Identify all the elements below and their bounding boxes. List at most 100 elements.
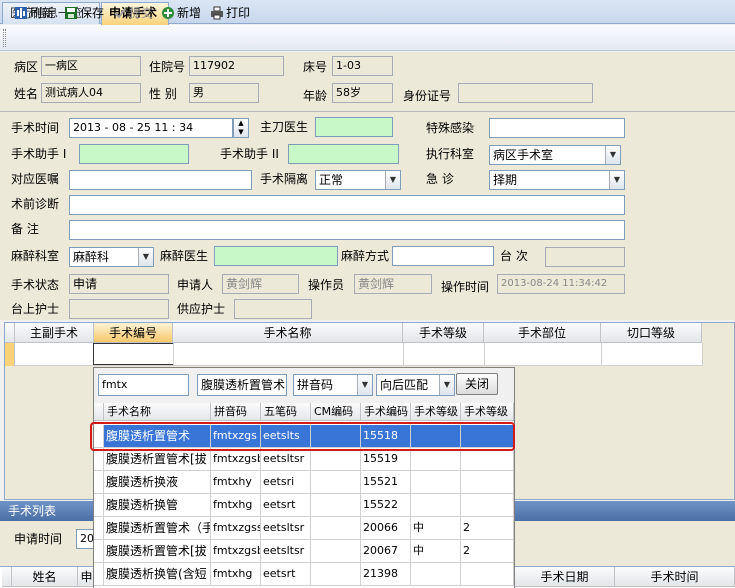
lookup-search-input[interactable]: fmtx <box>98 374 189 396</box>
save-label: 保存 <box>80 6 105 20</box>
time-spinner[interactable]: ▲ ▼ <box>233 118 249 138</box>
grid-corner <box>5 323 15 343</box>
inpatient-no-field: 117902 <box>189 56 284 76</box>
assist1-label: 手术助手 I <box>11 147 67 161</box>
lookup-cell-level <box>411 563 461 586</box>
anes-dept-select[interactable]: 麻醉科 ▼ <box>69 247 154 267</box>
list-item[interactable]: 腹膜透析置管术（手 fmtxzgss eetsltsr 20066 中 2 <box>94 517 514 540</box>
operator-label: 操作员 <box>308 278 345 292</box>
print-button[interactable]: 打印 <box>210 4 250 22</box>
lookup-cell-name: 腹膜透析置管术[拔 <box>104 540 211 563</box>
anes-doctor-label: 麻醉医生 <box>160 249 209 263</box>
remark-field[interactable] <box>69 220 625 240</box>
dept-select[interactable]: 病区手术室 ▼ <box>489 145 621 165</box>
lookup-cell-cm <box>311 471 361 494</box>
assist1-field[interactable] <box>79 144 189 164</box>
list-header-date[interactable]: 手术日期 <box>515 567 615 587</box>
emergency-value: 择期 <box>493 173 518 187</box>
surgeon-field[interactable] <box>315 117 393 137</box>
grid-header-code[interactable]: 手术编号 <box>94 323 173 343</box>
status-label: 手术状态 <box>11 278 60 292</box>
lookup-header-level2[interactable]: 手术等级 <box>461 403 514 421</box>
lookup-cell-level <box>411 471 461 494</box>
list-item[interactable]: 腹膜透析置管术[拔 fmtxzgsb eetsltsr 15519 <box>94 448 514 471</box>
sex-field: 男 <box>189 83 259 103</box>
refresh-icon <box>14 6 28 20</box>
grid-header-name[interactable]: 手术名称 <box>173 323 403 343</box>
infection-field[interactable] <box>489 118 625 138</box>
surgery-time-picker[interactable]: 2013 - 08 - 25 11 : 34 <box>69 118 233 138</box>
lookup-selected-name[interactable]: 腹膜透析置管术 <box>197 374 287 396</box>
lookup-header-name[interactable]: 手术名称 <box>104 403 211 421</box>
infection-label: 特殊感染 <box>426 121 475 135</box>
nurse-label: 台上护士 <box>11 302 60 316</box>
order-label: 对应医嘱 <box>11 172 60 186</box>
lookup-cell-level2 <box>461 563 514 586</box>
anes-method-field[interactable] <box>392 246 494 266</box>
assist2-field[interactable] <box>288 144 399 164</box>
isolation-select[interactable]: 正常 ▼ <box>315 170 401 190</box>
list-item[interactable]: 腹膜透析置管术[拔 fmtxzgsb eetsltsr 20067 中 2 <box>94 540 514 563</box>
save-icon <box>64 6 78 20</box>
list-item[interactable]: 腹膜透析换液 fmtxhy eetsri 15521 <box>94 471 514 494</box>
ward-label: 病区 <box>14 60 39 74</box>
grid-header-site[interactable]: 手术部位 <box>484 323 601 343</box>
cell-divider <box>403 343 404 366</box>
applicant-label: 申请人 <box>177 278 214 292</box>
lookup-code-type-select[interactable]: 拼音码 ▼ <box>293 374 373 396</box>
grid-header-main[interactable]: 主副手术 <box>15 323 94 343</box>
lookup-header-level[interactable]: 手术等级 <box>411 403 461 421</box>
lookup-header-code[interactable]: 手术编码 <box>361 403 411 421</box>
grid-header-incision[interactable]: 切口等级 <box>601 323 702 343</box>
lookup-header-cm[interactable]: CM编码 <box>311 403 361 421</box>
save-button[interactable]: 保存 <box>64 4 104 22</box>
lookup-cell-wubi: eetsltsr <box>261 540 311 563</box>
chevron-down-icon: ▼ <box>609 171 624 189</box>
anes-doctor-field[interactable] <box>214 246 338 266</box>
lookup-cell-name: 腹膜透析置管术（手 <box>104 517 211 540</box>
lookup-header-wubi[interactable]: 五笔码 <box>261 403 311 421</box>
add-button[interactable]: 新增 <box>161 4 201 22</box>
dept-value: 病区手术室 <box>493 148 554 162</box>
diagnosis-field[interactable] <box>69 195 625 215</box>
order-field[interactable] <box>69 170 252 190</box>
match-mode-value: 向后匹配 <box>380 378 429 392</box>
lookup-cell-wubi: eetsrt <box>261 494 311 517</box>
bed-field: 1-03 <box>332 56 393 76</box>
bed-label: 床号 <box>303 60 328 74</box>
submit-button[interactable]: 提交 <box>113 4 153 22</box>
list-header-time[interactable]: 手术时间 <box>615 567 735 587</box>
lookup-cell-code: 15519 <box>361 448 411 471</box>
lookup-cell-cm <box>311 563 361 586</box>
lookup-cell-level2: 2 <box>461 540 514 563</box>
age-field: 58岁 <box>332 83 393 103</box>
list-item[interactable]: 腹膜透析换管(含短 fmtxhg eetsrt 21398 <box>94 563 514 588</box>
lookup-cell-name: 腹膜透析换管(含短 <box>104 563 211 586</box>
lookup-table-corner <box>94 403 104 421</box>
lookup-cell-code: 20066 <box>361 517 411 540</box>
lookup-cell-pinyin: fmtxzgsb <box>211 448 261 471</box>
lookup-cell-level2 <box>461 448 514 471</box>
lookup-cell-level2 <box>461 471 514 494</box>
id-field <box>458 83 593 103</box>
applicant-field: 黄剑辉 <box>222 274 299 294</box>
lookup-match-mode-select[interactable]: 向后匹配 ▼ <box>376 374 455 396</box>
lookup-header-pinyin[interactable]: 拼音码 <box>211 403 261 421</box>
list-item[interactable]: 腹膜透析换管 fmtxhg eetsrt 15522 <box>94 494 514 517</box>
lookup-close-button[interactable]: 关闭 <box>456 373 498 395</box>
lookup-cell-level2: 2 <box>461 517 514 540</box>
lookup-cell-code: 21398 <box>361 563 411 586</box>
surgery-code-cell-editor[interactable] <box>93 343 174 365</box>
lookup-cell-level: 中 <box>411 540 461 563</box>
isolation-value: 正常 <box>319 173 344 187</box>
list-header-name[interactable]: 姓名 <box>12 567 78 587</box>
sex-label: 性 别 <box>149 87 177 101</box>
diagnosis-label: 术前诊断 <box>11 197 60 211</box>
grid-header-level[interactable]: 手术等级 <box>403 323 484 343</box>
lookup-cell-name: 腹膜透析换液 <box>104 471 211 494</box>
submit-icon <box>113 6 127 20</box>
refresh-button[interactable]: 刷新 <box>14 4 54 22</box>
emergency-select[interactable]: 择期 ▼ <box>489 170 625 190</box>
row-gutter <box>94 448 104 471</box>
row-indicator <box>5 343 15 366</box>
